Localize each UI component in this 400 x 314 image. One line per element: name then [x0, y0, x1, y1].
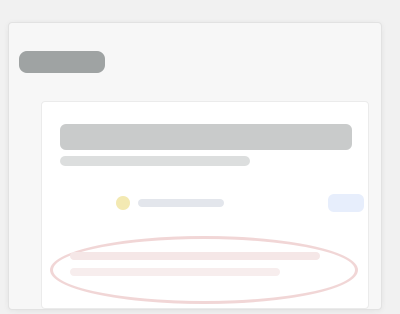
window-title: [19, 51, 105, 73]
toolbar-row: [42, 188, 368, 218]
status-dot-icon: [116, 196, 130, 210]
status-label: [138, 199, 224, 207]
highlight-line-2: [70, 268, 280, 276]
content-panel: [41, 101, 369, 309]
action-button[interactable]: [328, 194, 364, 212]
highlight-line-1: [70, 252, 320, 260]
app-window: [8, 22, 382, 310]
panel-heading: [60, 124, 352, 150]
panel-subheading: [60, 156, 250, 166]
